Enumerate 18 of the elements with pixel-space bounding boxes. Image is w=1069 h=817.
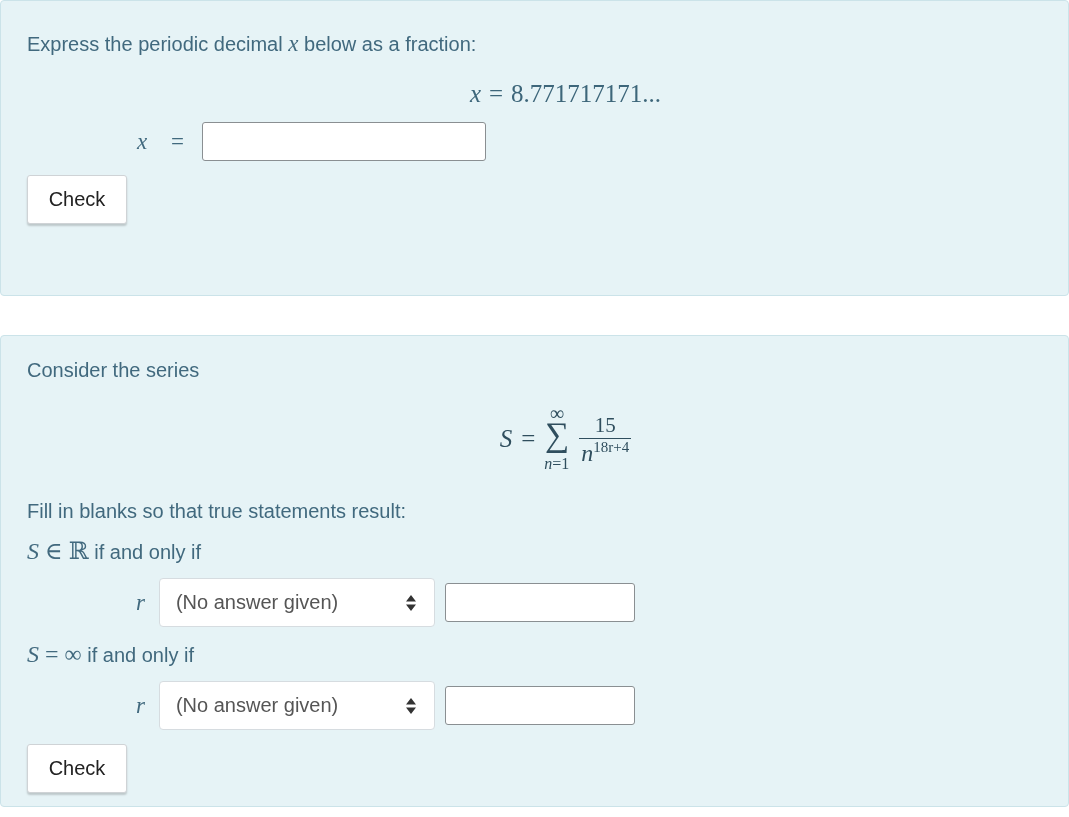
up-down-caret-icon: [405, 594, 416, 611]
decimal-equation: x = 8.771717171...: [469, 79, 662, 109]
check-button[interactable]: Check: [27, 744, 127, 793]
answer-field[interactable]: [201, 122, 486, 161]
question-prompt: Express the periodic decimal x below as a fraction:: [27, 31, 478, 57]
question-prompt: Consider the series: [27, 358, 201, 383]
condition-statement: S ∈ ℝ if and only if: [27, 538, 202, 565]
variable-label: r: [136, 692, 145, 719]
answer-field[interactable]: [444, 583, 635, 622]
up-down-caret-icon: [405, 697, 416, 714]
instruction-text: Fill in blanks so that true statements result:: [27, 499, 408, 524]
answer-field[interactable]: [444, 686, 635, 725]
condition-statement: S = ∞ if and only if: [27, 641, 195, 668]
answer-label: x =: [137, 128, 184, 155]
answer-select[interactable]: (No answer given): [158, 681, 435, 730]
check-button[interactable]: Check: [27, 175, 127, 224]
variable-label: r: [136, 589, 145, 616]
answer-select[interactable]: (No answer given): [158, 578, 435, 627]
